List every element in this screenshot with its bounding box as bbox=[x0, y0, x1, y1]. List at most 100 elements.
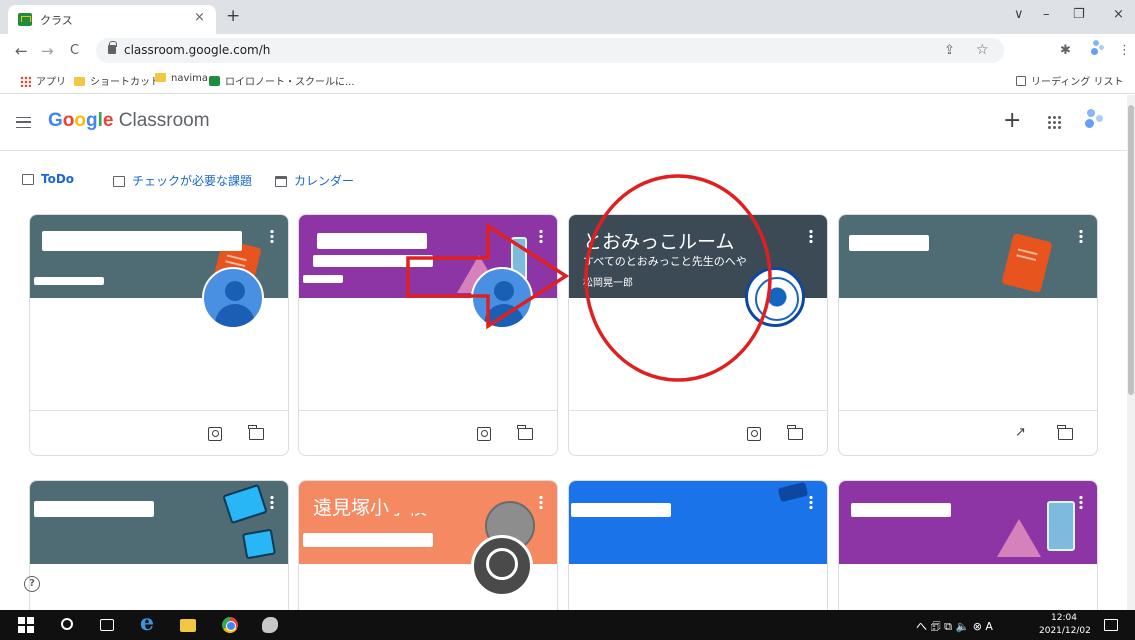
reading-list-icon bbox=[1016, 76, 1026, 86]
notifications-icon[interactable] bbox=[1104, 619, 1118, 631]
card-header[interactable] bbox=[569, 481, 827, 564]
classroom-favicon-icon bbox=[209, 76, 220, 86]
card-more-icon[interactable] bbox=[809, 229, 813, 243]
main-menu-icon[interactable] bbox=[16, 117, 31, 128]
trending-icon[interactable]: ↗ bbox=[1015, 425, 1029, 440]
tab-title: クラス bbox=[40, 14, 73, 27]
teacher-avatar[interactable] bbox=[471, 267, 533, 329]
chrome-icon[interactable] bbox=[222, 617, 238, 633]
taskbar-search-icon[interactable] bbox=[61, 618, 73, 630]
course-card[interactable] bbox=[29, 480, 289, 620]
card-more-icon[interactable] bbox=[270, 229, 274, 243]
todo-icon bbox=[22, 174, 34, 185]
create-join-class-button[interactable]: + bbox=[1003, 108, 1021, 133]
school-logo-avatar[interactable] bbox=[745, 267, 805, 327]
lock-icon[interactable] bbox=[108, 41, 117, 54]
card-more-icon[interactable] bbox=[270, 495, 274, 509]
bookmark-label: アプリ bbox=[36, 77, 66, 88]
calendar-link[interactable]: カレンダー bbox=[275, 172, 354, 189]
reading-list-label: リーディング リスト bbox=[1031, 77, 1124, 88]
reading-list-button[interactable]: リーディング リスト bbox=[1016, 73, 1123, 88]
bookmark-loilonote[interactable]: ロイロノート・スクールに... bbox=[209, 73, 355, 88]
folder-icon bbox=[155, 73, 166, 82]
todo-link[interactable]: ToDo bbox=[22, 172, 74, 186]
bookmark-shortcuts[interactable]: ショートカット bbox=[74, 73, 160, 88]
card-more-icon[interactable] bbox=[809, 495, 813, 509]
folder-icon bbox=[74, 77, 85, 86]
google-classroom-logo[interactable]: Google Classroom bbox=[48, 110, 210, 132]
bookmark-star-icon[interactable]: ☆ bbox=[976, 42, 989, 58]
folder-icon[interactable] bbox=[248, 425, 264, 440]
bookmarks-bar: アプリ ショートカット navima ロイロノート・スクールに... リーディン… bbox=[0, 66, 1135, 94]
new-tab-button[interactable]: + bbox=[226, 6, 240, 26]
minimize-icon[interactable]: – bbox=[1043, 7, 1050, 22]
tab-close-icon[interactable]: × bbox=[194, 10, 205, 25]
card-more-icon[interactable] bbox=[539, 229, 543, 243]
file-explorer-icon[interactable] bbox=[180, 619, 196, 632]
help-icon[interactable]: ? bbox=[24, 576, 40, 592]
card-more-icon[interactable] bbox=[1079, 229, 1083, 243]
bookmark-apps[interactable]: アプリ bbox=[20, 73, 66, 88]
reload-icon[interactable]: C bbox=[70, 43, 79, 58]
forward-icon[interactable]: → bbox=[41, 42, 54, 60]
task-view-icon[interactable] bbox=[100, 619, 114, 631]
course-title[interactable]: とおみっこルーム bbox=[583, 227, 734, 254]
course-card[interactable] bbox=[29, 214, 289, 456]
maximize-icon[interactable]: ❐ bbox=[1073, 7, 1085, 22]
course-card[interactable] bbox=[298, 214, 558, 456]
extensions-icon[interactable]: ✱ bbox=[1060, 43, 1071, 58]
card-header[interactable] bbox=[839, 215, 1097, 298]
redaction bbox=[34, 501, 154, 517]
redaction bbox=[389, 495, 429, 513]
redaction bbox=[303, 275, 343, 283]
page-scrollbar[interactable] bbox=[1127, 95, 1135, 610]
card-more-icon[interactable] bbox=[1079, 495, 1083, 509]
system-tray-icons[interactable]: へ 🗊 ⧉ 🔈 ⊗ A bbox=[916, 618, 993, 637]
course-teacher: 松岡晃一郎 bbox=[583, 278, 633, 289]
folder-icon[interactable] bbox=[517, 425, 533, 440]
school-emblem-avatar[interactable] bbox=[471, 535, 533, 597]
card-more-icon[interactable] bbox=[539, 495, 543, 509]
folder-icon[interactable] bbox=[787, 425, 803, 440]
tablet-illustration-icon bbox=[241, 528, 277, 560]
clock-date: 2021/12/02 bbox=[1039, 626, 1091, 636]
paint-icon[interactable] bbox=[262, 617, 278, 633]
windows-start-icon[interactable] bbox=[18, 617, 34, 633]
portfolio-icon[interactable] bbox=[747, 427, 761, 441]
review-icon bbox=[113, 176, 125, 187]
card-header[interactable] bbox=[30, 481, 288, 564]
portfolio-icon[interactable] bbox=[477, 427, 491, 441]
course-card[interactable] bbox=[568, 480, 828, 620]
close-window-icon[interactable]: × bbox=[1113, 7, 1124, 22]
course-card[interactable]: 遠見塚小学校 bbox=[298, 480, 558, 620]
share-icon[interactable]: ⇪ bbox=[944, 43, 955, 58]
redaction bbox=[851, 503, 951, 517]
bookmark-navima[interactable]: navima bbox=[155, 73, 208, 84]
browser-toolbar: ← → C classroom.google.com/h ⇪ ☆ ✱ ⋮ bbox=[0, 34, 1135, 66]
scrollbar-thumb[interactable] bbox=[1128, 105, 1134, 395]
address-bar[interactable]: classroom.google.com/h ⇪ ☆ bbox=[96, 38, 1004, 63]
redaction bbox=[313, 255, 433, 267]
url-text[interactable]: classroom.google.com/h bbox=[124, 43, 270, 57]
google-apps-icon[interactable] bbox=[1047, 115, 1061, 129]
redaction bbox=[303, 533, 433, 547]
portfolio-icon[interactable] bbox=[208, 427, 222, 441]
card-footer: ↗ bbox=[839, 410, 1097, 455]
browser-tab[interactable]: クラス × bbox=[8, 5, 216, 34]
taskbar-clock[interactable]: 12:04 2021/12/02 bbox=[1039, 612, 1091, 638]
course-card[interactable] bbox=[838, 480, 1098, 620]
card-header[interactable] bbox=[839, 481, 1097, 564]
windows-taskbar: e へ 🗊 ⧉ 🔈 ⊗ A 12:04 2021/12/02 bbox=[0, 610, 1135, 640]
course-card[interactable]: ↗ bbox=[838, 214, 1098, 456]
account-avatar[interactable] bbox=[1083, 108, 1105, 130]
internet-explorer-icon[interactable]: e bbox=[140, 610, 156, 636]
course-card-tomikko-room[interactable]: とおみっこルーム すべてのとおみっこと先生のへや 松岡晃一郎 bbox=[568, 214, 828, 456]
back-icon[interactable]: ← bbox=[15, 42, 28, 60]
profile-icon[interactable] bbox=[1089, 39, 1107, 57]
tab-search-icon[interactable]: ∨ bbox=[1014, 7, 1024, 22]
teacher-avatar[interactable] bbox=[202, 267, 264, 329]
browser-menu-icon[interactable]: ⋮ bbox=[1118, 43, 1131, 58]
book-illustration-icon bbox=[1001, 232, 1053, 294]
to-review-link[interactable]: チェックが必要な課題 bbox=[113, 172, 252, 189]
folder-icon[interactable] bbox=[1057, 425, 1073, 440]
